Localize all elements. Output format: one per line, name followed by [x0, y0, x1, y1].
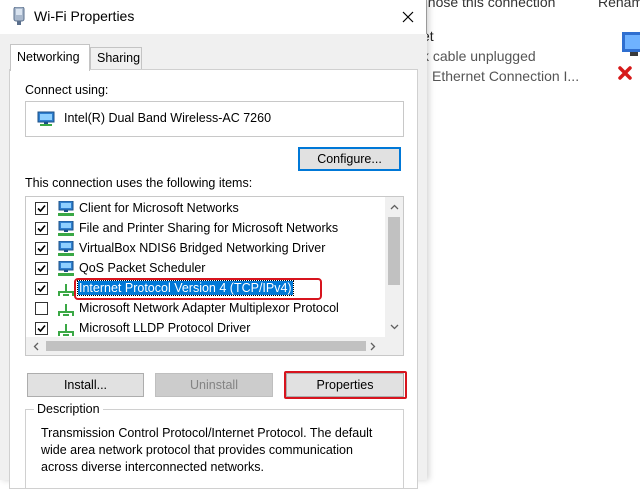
item-checkbox[interactable] [35, 282, 48, 295]
uninstall-button: Uninstall [155, 373, 273, 397]
scroll-down-button[interactable] [385, 319, 403, 335]
properties-button[interactable]: Properties [286, 373, 404, 397]
item-checkbox[interactable] [35, 222, 48, 235]
list-item[interactable]: Microsoft Network Adapter Multiplexor Pr… [26, 299, 385, 319]
connection-adapter: Ethernet Connection I... [432, 68, 580, 84]
item-label: VirtualBox NDIS6 Bridged Networking Driv… [79, 241, 326, 255]
network-service-icon [58, 241, 74, 256]
install-button[interactable]: Install... [27, 373, 144, 397]
rename-command[interactable]: Renam [598, 0, 640, 10]
list-item[interactable]: VirtualBox NDIS6 Bridged Networking Driv… [26, 239, 385, 259]
list-item[interactable]: Internet Protocol Version 4 (TCP/IPv4) [26, 279, 385, 299]
item-checkbox[interactable] [35, 202, 48, 215]
connect-using-label: Connect using: [25, 83, 109, 97]
item-label: Microsoft Network Adapter Multiplexor Pr… [79, 301, 339, 315]
description-legend: Description [34, 402, 103, 416]
horizontal-scrollbar[interactable] [26, 337, 403, 355]
item-checkbox[interactable] [35, 262, 48, 275]
vertical-scroll-thumb[interactable] [388, 217, 400, 285]
horizontal-scroll-thumb[interactable] [46, 341, 366, 351]
chevron-right-icon [370, 342, 376, 350]
checkmark-icon [37, 284, 46, 293]
checkmark-icon [37, 324, 46, 333]
scroll-up-button[interactable] [385, 199, 403, 215]
chevron-down-icon [390, 324, 398, 330]
item-checkbox[interactable] [35, 302, 48, 315]
list-item[interactable]: QoS Packet Scheduler [26, 259, 385, 279]
wifi-properties-dialog: Wi-Fi Properties Networking Sharing Conn… [0, 0, 427, 489]
connection-items-list[interactable]: Client for Microsoft Networks File and Pr… [25, 196, 404, 356]
network-client-icon [58, 201, 74, 216]
item-label: Microsoft LLDP Protocol Driver [79, 321, 251, 335]
item-label: Client for Microsoft Networks [79, 201, 239, 215]
network-service-icon [58, 221, 74, 236]
network-service-icon [58, 261, 74, 276]
title-bar[interactable]: Wi-Fi Properties [0, 0, 427, 34]
networking-tab-panel: Connect using: Intel(R) Dual Band Wirele… [9, 69, 418, 489]
tab-networking[interactable]: Networking [10, 44, 90, 71]
checkmark-icon [37, 244, 46, 253]
checkmark-icon [37, 204, 46, 213]
adapter-name: Intel(R) Dual Band Wireless-AC 7260 [64, 111, 272, 125]
checkmark-icon [37, 264, 46, 273]
item-checkbox[interactable] [35, 242, 48, 255]
item-label: Internet Protocol Version 4 (TCP/IPv4) [77, 280, 294, 296]
chevron-left-icon [33, 342, 39, 350]
list-item[interactable]: File and Printer Sharing for Microsoft N… [26, 219, 385, 239]
vertical-scrollbar[interactable] [385, 197, 403, 337]
ethernet-disconnected-icon[interactable] [616, 28, 640, 84]
dialog-title: Wi-Fi Properties [34, 8, 135, 24]
protocol-icon [58, 304, 74, 316]
chevron-up-icon [390, 204, 398, 210]
diagnose-connection-command[interactable]: gnose this connection [420, 0, 555, 10]
network-adapter-icon [37, 111, 55, 126]
description-group: Description Transmission Control Protoco… [25, 402, 404, 489]
tab-sharing[interactable]: Sharing [90, 47, 142, 69]
checkmark-icon [37, 224, 46, 233]
protocol-icon [58, 324, 74, 336]
protocol-icon [58, 284, 74, 296]
list-item[interactable]: Client for Microsoft Networks [26, 199, 385, 219]
item-label: QoS Packet Scheduler [79, 261, 206, 275]
adapter-field: Intel(R) Dual Band Wireless-AC 7260 [25, 101, 404, 137]
configure-button[interactable]: Configure... [298, 147, 401, 171]
scroll-right-button[interactable] [365, 337, 381, 355]
close-icon [402, 11, 414, 23]
item-checkbox[interactable] [35, 322, 48, 335]
close-button[interactable] [394, 6, 422, 28]
items-label: This connection uses the following items… [25, 176, 253, 190]
wifi-adapter-icon [13, 7, 25, 25]
list-item[interactable]: Microsoft LLDP Protocol Driver [26, 319, 385, 339]
description-text: Transmission Control Protocol/Internet P… [41, 426, 373, 474]
connection-status: k cable unplugged [422, 48, 536, 64]
item-label: File and Printer Sharing for Microsoft N… [79, 221, 339, 235]
scroll-left-button[interactable] [28, 337, 44, 355]
